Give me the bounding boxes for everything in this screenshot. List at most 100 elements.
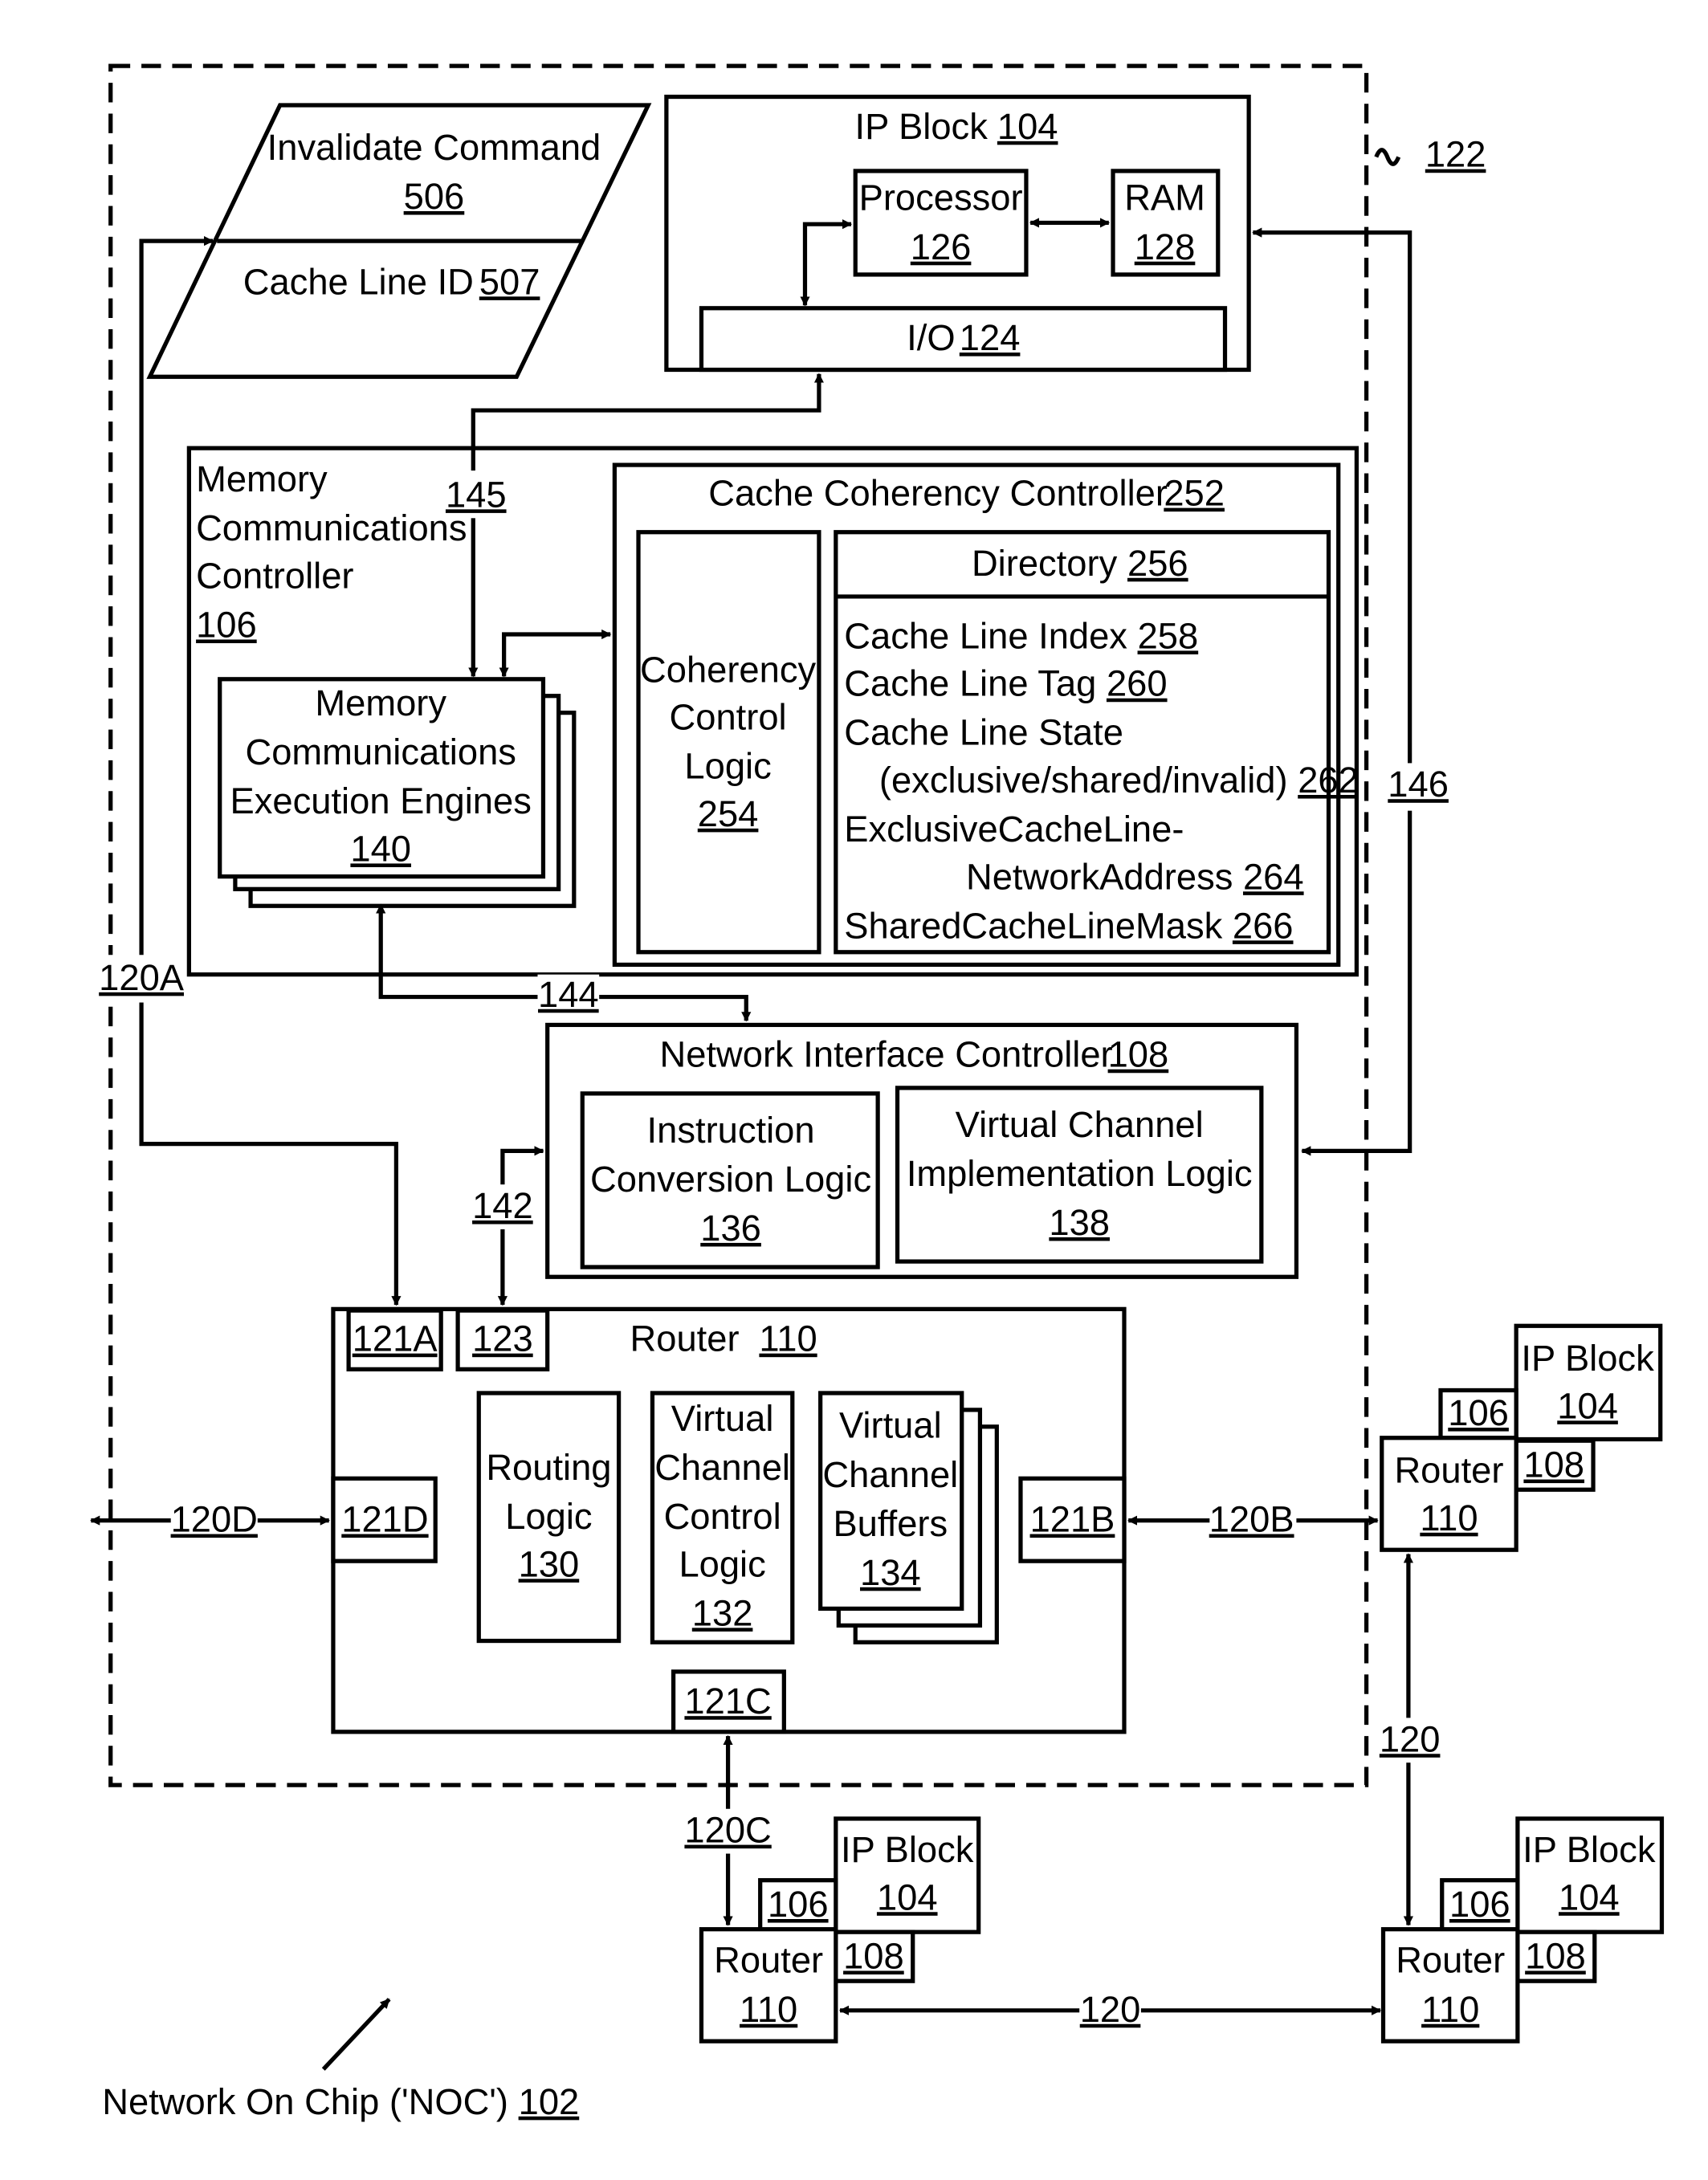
remote-ip-ref: 104 [1559, 1876, 1620, 1917]
coherency-logic-ref: 254 [698, 793, 759, 834]
remote-ip-label: IP Block [1521, 1338, 1654, 1379]
mcc-label-line: Memory [196, 458, 328, 499]
vcil-ref: 138 [1049, 1202, 1110, 1243]
vc-control-ref: 132 [692, 1592, 753, 1633]
port-121a-label: 121A [353, 1318, 438, 1359]
engines-label-line: Communications [245, 731, 516, 772]
port-121b-label: 121B [1030, 1499, 1115, 1540]
remote-router-ref: 110 [1421, 1989, 1479, 2030]
vc-buffers-line: Buffers [833, 1503, 948, 1544]
nic-title: Network Interface Controller [660, 1034, 1113, 1075]
remote-nic-ref: 108 [1523, 1445, 1584, 1485]
directory-entry: (exclusive/shared/invalid) 262 [879, 760, 1359, 801]
directory-title: Directory [972, 543, 1118, 584]
cache-coherency-controller: Cache Coherency Controller 252 Coherency… [612, 462, 1359, 968]
vc-buffers: Virtual Channel Buffers 134 [818, 1391, 999, 1644]
noc-pointer-arrow [321, 1998, 391, 2071]
squiggle-122 [1374, 148, 1401, 166]
remote-nic-ref: 108 [1525, 1936, 1586, 1977]
remote-mcc-ref: 106 [768, 1884, 829, 1925]
directory-entry: Cache Line Index 258 [844, 615, 1198, 656]
invalidate-command-ref: 506 [404, 176, 465, 217]
remote-router-ref: 110 [1420, 1497, 1478, 1538]
ip-block-ref: 104 [997, 106, 1058, 147]
ip-block: IP Block 104 Processor 126 RAM 128 I/O 1… [664, 94, 1251, 373]
coherency-logic-line: Coherency [640, 649, 816, 690]
cache-line-id-label: Cache Line ID [243, 261, 474, 302]
io-label: I/O [907, 317, 955, 358]
processor-label: Processor [859, 177, 1023, 218]
vc-buffers-line: Channel [822, 1454, 958, 1495]
icl-line: Instruction [647, 1110, 815, 1151]
icl-ref: 136 [700, 1208, 761, 1249]
link-120-horizontal-label: 120 [1080, 1989, 1141, 2030]
ccc-title: Cache Coherency Controller [708, 473, 1168, 514]
mcc-label-line: Communications [196, 507, 467, 548]
remote-ip-label: IP Block [841, 1829, 974, 1870]
vcil-line: Virtual Channel [956, 1104, 1204, 1145]
remote-nic-ref: 108 [843, 1936, 904, 1977]
directory-entry: SharedCacheLineMask 266 [844, 905, 1293, 946]
ccc-ref: 252 [1164, 473, 1225, 514]
remote-router-ref: 110 [740, 1989, 797, 2030]
io-ref: 124 [960, 317, 1021, 358]
port-121d-label: 121D [341, 1499, 428, 1540]
ram-label: RAM [1124, 177, 1205, 218]
link-146-label: 146 [1388, 764, 1449, 805]
remote-ip-ref: 104 [877, 1876, 938, 1917]
mcc-label-line: Controller [196, 555, 353, 596]
ram-ref: 128 [1135, 226, 1196, 267]
vc-control-line: Virtual [671, 1398, 774, 1439]
remote-node: IP Block 104 106 108 Router 110 [1380, 1323, 1663, 1552]
coherency-logic-box [636, 530, 821, 955]
noc-caption: Network On Chip ('NOC') 102 [102, 2081, 579, 2122]
icl-line: Conversion Logic [590, 1159, 871, 1200]
directory-entry: NetworkAddress 264 [966, 856, 1304, 897]
routing-logic-line: Logic [505, 1496, 592, 1537]
ref-122: 122 [1425, 134, 1486, 175]
port-121c-label: 121C [684, 1681, 771, 1722]
directory-entry: Cache Line State [844, 712, 1123, 753]
remote-mcc-ref: 106 [1448, 1392, 1509, 1433]
routing-logic-ref: 130 [519, 1543, 580, 1584]
remote-router-label: Router [714, 1940, 823, 1981]
engines-label-line: Memory [315, 683, 446, 723]
coherency-logic-line: Control [670, 697, 787, 738]
vc-buffers-ref: 134 [860, 1552, 921, 1593]
cache-line-id-ref: 507 [479, 261, 540, 302]
router-title: Router [630, 1318, 740, 1359]
link-142-label: 142 [472, 1185, 533, 1226]
link-120d-label: 120D [171, 1499, 258, 1540]
port-123-label: 123 [472, 1318, 533, 1359]
invalidate-command-title: Invalidate Command [267, 127, 601, 168]
noc-diagram: .arr { fill:none; stroke:#000; stroke-wi… [90, 63, 1665, 2122]
engines-ref: 140 [350, 828, 411, 869]
memory-communications-controller: Memory Communications Controller 106 Mem… [186, 446, 1359, 977]
remote-ip-label: IP Block [1523, 1829, 1656, 1870]
vcil-line: Implementation Logic [907, 1153, 1253, 1194]
remote-mcc-ref: 106 [1449, 1884, 1510, 1925]
processor-ref: 126 [911, 226, 972, 267]
link-145-label: 145 [446, 474, 507, 515]
directory-entry: Cache Line Tag 260 [844, 663, 1167, 704]
mcc-ref: 106 [196, 604, 257, 645]
directory-entry: ExclusiveCacheLine- [844, 809, 1184, 850]
link-144-label: 144 [538, 974, 599, 1015]
link-120-vertical-label: 120 [1380, 1718, 1441, 1759]
link-120a-label: 120A [99, 957, 185, 998]
ip-block-title: IP Block [854, 106, 988, 147]
remote-node: IP Block 104 106 108 Router 110 [1380, 1816, 1665, 2043]
router: Router 110 121A 123 121D 121B 121C Routi… [331, 1306, 1127, 1734]
vc-control-line: Channel [654, 1447, 790, 1488]
link-120b-label: 120B [1209, 1499, 1294, 1540]
remote-router-label: Router [1396, 1940, 1505, 1981]
invalidate-command: Invalidate Command 506 Cache Line ID 507 [146, 103, 652, 379]
execution-engines: Memory Communications Execution Engines … [218, 677, 577, 908]
nic-ref: 108 [1108, 1034, 1169, 1075]
network-interface-controller: Network Interface Controller 108 Instruc… [545, 1022, 1299, 1279]
remote-ip-ref: 104 [1557, 1385, 1618, 1426]
remote-router-label: Router [1394, 1450, 1503, 1491]
coherency-logic-line: Logic [684, 746, 771, 787]
link-120c-label: 120C [684, 1810, 771, 1851]
vc-control-line: Control [664, 1496, 781, 1537]
